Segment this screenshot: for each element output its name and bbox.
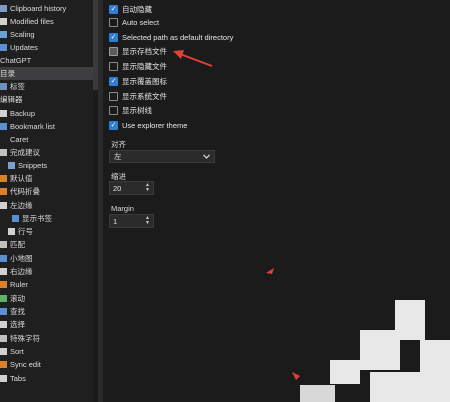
red-arrow-fragment xyxy=(292,372,300,380)
red-arrow-fragment xyxy=(266,268,274,274)
red-arrow-head xyxy=(173,50,184,59)
red-arrow-line xyxy=(179,53,213,67)
